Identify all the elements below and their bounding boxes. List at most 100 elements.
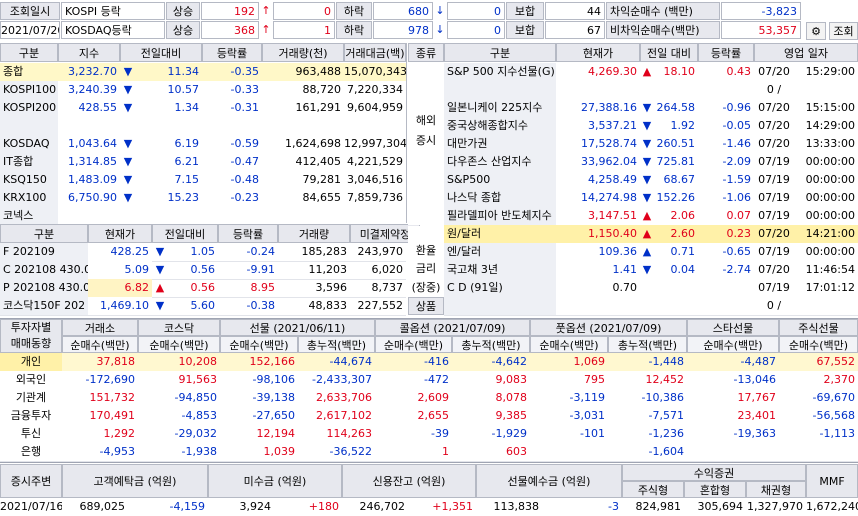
world-header-type: 종류 [408,43,444,62]
world-item-name[interactable]: S&P 500 지수선물(G) [444,63,556,81]
world-item-price: 4,269.30 [556,63,640,81]
index-name[interactable]: KOSPI100 [0,81,58,99]
stock-fund-header: 주식형 [622,481,684,498]
index-value [58,207,120,225]
investor-value: -2,433,307 [298,371,375,389]
futures-name[interactable]: P 202108 430.0 [0,279,88,297]
world-item-price: 1,150.40 [556,225,640,243]
down-triangle-icon [120,117,136,135]
index-name[interactable]: 코넥스 [0,207,58,225]
index-amount: 12,997,304 [344,135,406,153]
world-item-name[interactable] [444,81,556,99]
index-name[interactable] [0,117,58,135]
investor-group-2: 선물 (2021/06/11) [220,319,375,336]
unchanged-count: 44 [545,2,605,20]
stock-fund-value: 824,981 [635,500,682,513]
futures-name[interactable]: C 202108 430.0 [0,261,88,279]
index-value: 1,043.64 [58,135,120,153]
index-rate: -0.48 [202,171,262,189]
search-button[interactable]: 조회 [829,22,858,40]
investor-value: 10,208 [138,353,220,371]
investor-group-1: 코스닥 [138,319,220,336]
world-header-name: 구분 [444,43,556,62]
world-item-change [654,297,698,315]
credit-value: 246,702 [359,500,406,513]
up-triangle-icon: ▲ [640,63,654,81]
index-value: 1,483.09 [58,171,120,189]
world-item-price [556,297,640,315]
investor-value: -36,522 [298,443,375,461]
world-item-name[interactable]: 중국상해종합지수 [444,117,556,135]
world-item-name[interactable]: 필라델피아 반도체지수 [444,207,556,225]
futures-open-interest: 227,552 [357,299,404,312]
index-amount [344,117,406,135]
world-item-price [556,81,640,99]
world-item-name[interactable]: 국고채 3년 [444,261,556,279]
investor-type[interactable]: 외국인 [0,371,62,389]
index-value: 6,750.90 [58,189,120,207]
world-item-name[interactable]: C D (91일) [444,279,556,297]
investor-value: -416 [375,353,452,371]
world-item-price: 27,388.16 [556,99,640,117]
world-item-change: 264.58 [654,99,698,117]
decline-label: 하락 [336,2,372,20]
world-item-name[interactable]: 나스닥 종합 [444,189,556,207]
futures-name[interactable]: F 202109 [0,243,88,261]
index-volume: 79,281 [262,171,344,189]
world-item-name[interactable]: 대만가권 [444,135,556,153]
world-item-name[interactable]: 일본니케이 225지수 [444,99,556,117]
futures-volume: 185,283 [301,245,348,258]
index-name[interactable]: KOSPI200 [0,99,58,117]
investor-value: -4,853 [138,407,220,425]
limit-down-count: 0 [447,21,505,39]
settings-gear-icon[interactable]: ⚙ [806,22,826,40]
investor-group-6: 주식선물 [779,319,858,336]
world-item-change: 0.04 [654,261,698,279]
index-name[interactable]: 종합 [0,63,58,81]
futures-header-1: 현재가 [88,224,152,243]
world-item-name[interactable]: S&P500 [444,171,556,189]
index-rate: -0.47 [202,153,262,171]
world-header-date: 영업 일자 [754,43,858,62]
investor-value: 9,385 [452,407,530,425]
index-name[interactable]: KOSDAQ [0,135,58,153]
world-item-name[interactable]: 다우존스 산업지수 [444,153,556,171]
futures-header-0: 구분 [0,224,88,243]
periphery-date: 2021/07/16 [0,500,62,513]
investor-type[interactable]: 투신 [0,425,62,443]
futures-deposit-header: 선물예수금 (억원) [476,464,622,498]
investor-value: 2,617,102 [298,407,375,425]
investor-type[interactable]: 금융투자 [0,407,62,425]
world-item-date: 07/19 [754,153,794,171]
investor-group-4: 풋옵션 (2021/07/09) [530,319,687,336]
investor-type[interactable]: 개인 [0,353,62,371]
world-item-name[interactable] [444,297,556,315]
investor-value: 1,069 [530,353,608,371]
investor-type[interactable]: 기관계 [0,389,62,407]
world-item-change: 68.67 [654,171,698,189]
decline-count: 680 [373,2,433,20]
world-item-name[interactable]: 원/달러 [444,225,556,243]
futures-price: 428.25 [88,243,152,261]
index-name[interactable]: KRX100 [0,189,58,207]
investor-value: -1,938 [138,443,220,461]
investor-value: 37,818 [62,353,138,371]
investor-value: -39 [375,425,452,443]
investor-subheader: 순매수(백만) [220,336,298,353]
futures-change: 0.56 [190,281,216,294]
world-item-name[interactable]: 엔/달러 [444,243,556,261]
index-rate: -0.33 [202,81,262,99]
index-name[interactable]: IT종합 [0,153,58,171]
down-triangle-icon: ▼ [640,117,654,135]
investor-value: -4,642 [452,353,530,371]
down-arrow-icon: ↓ [435,4,445,17]
futures-rate: -9.91 [246,263,275,276]
futures-name[interactable]: 코스닥150F 202 [0,297,88,315]
world-item-price: 1.41 [556,261,640,279]
index-value [58,117,120,135]
world-item-rate: -2.74 [698,261,754,279]
world-item-change: 0.71 [654,243,698,261]
index-name[interactable]: KSQ150 [0,171,58,189]
investor-type[interactable]: 은행 [0,443,62,461]
investor-subheader: 순매수(백만) [687,336,779,353]
